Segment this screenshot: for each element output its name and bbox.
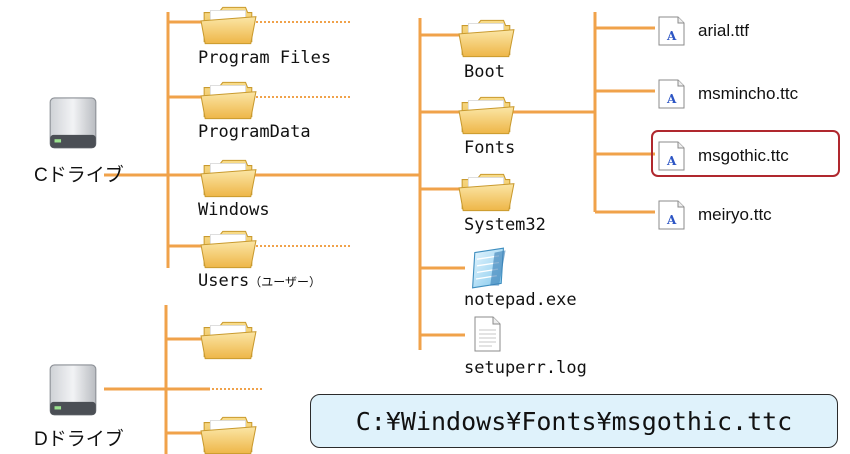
text-file-icon	[474, 316, 501, 352]
folder-icon	[200, 6, 257, 45]
font-file-label-meiryo[interactable]: meiryo.ttc	[698, 206, 772, 223]
folder-label-windows[interactable]: Windows	[198, 202, 270, 219]
folder-label-program-files[interactable]: Program Files	[198, 50, 331, 67]
folder-icon	[200, 321, 257, 360]
font-file-icon	[658, 79, 685, 109]
c-drive-label: Cドライブ	[34, 165, 124, 186]
notepad-icon	[471, 247, 507, 289]
users-note: （ユーザー）	[249, 275, 321, 289]
folder-icon	[200, 159, 257, 198]
font-file-icon	[658, 16, 685, 46]
hard-drive-icon	[49, 97, 97, 149]
connector-lines	[104, 12, 655, 454]
folder-label-boot[interactable]: Boot	[464, 64, 505, 81]
users-name: Users	[198, 271, 250, 291]
d-drive-label: Dドライブ	[34, 429, 124, 450]
folder-label-fonts[interactable]: Fonts	[464, 140, 515, 157]
folder-icon	[200, 81, 257, 120]
folder-icon	[458, 173, 515, 212]
folder-icon	[200, 230, 257, 269]
hard-drive-icon	[49, 364, 97, 416]
folder-label-programdata[interactable]: ProgramData	[198, 124, 311, 141]
path-callout: C:¥Windows¥Fonts¥msgothic.ttc	[310, 394, 838, 448]
folder-icon	[458, 19, 515, 58]
folder-icon	[200, 416, 257, 454]
file-label-notepad[interactable]: notepad.exe	[464, 292, 577, 309]
folder-icon	[458, 96, 515, 135]
file-label-setuperr[interactable]: setuperr.log	[464, 360, 587, 377]
font-file-label-arial[interactable]: arial.ttf	[698, 22, 749, 39]
font-file-label-msgothic[interactable]: msgothic.ttc	[698, 147, 789, 164]
full-path-text: C:¥Windows¥Fonts¥msgothic.ttc	[355, 406, 793, 436]
folder-label-system32[interactable]: System32	[464, 217, 546, 234]
font-file-label-msmincho[interactable]: msmincho.ttc	[698, 85, 798, 102]
directory-tree: A	[49, 6, 685, 454]
font-file-icon	[658, 200, 685, 230]
folder-label-users[interactable]: Users（ユーザー）	[198, 273, 321, 290]
